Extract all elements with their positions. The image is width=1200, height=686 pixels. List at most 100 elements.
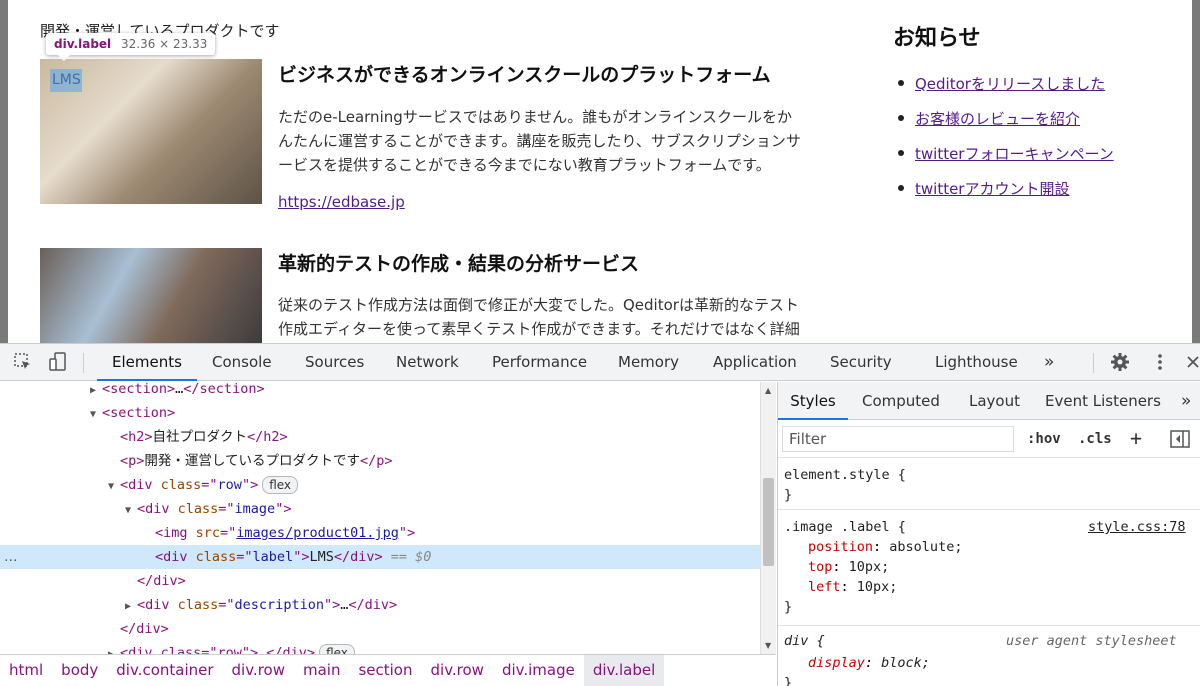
dom-node-section-collapsed[interactable]: ▶ <section>…</section>: [0, 382, 760, 401]
page-viewport: 開発・運営しているプロダクトです div.label 32.36 × 23.33…: [0, 0, 1200, 343]
rule-user-agent-div[interactable]: div { user agent stylesheet display: blo…: [778, 626, 1200, 686]
product-desc-2: 従来のテスト作成方法は面倒で修正が大変でした。Qeditorは革新的なテスト 作…: [278, 293, 848, 341]
product-title-2: 革新的テストの作成・結果の分析サービス: [278, 253, 640, 275]
close-icon[interactable]: [1186, 352, 1200, 372]
tooltip-size: 32.36 × 23.33: [121, 37, 208, 51]
tab-application[interactable]: Application: [713, 344, 797, 381]
cls-toggle[interactable]: .cls: [1078, 431, 1112, 447]
tab-network[interactable]: Network: [396, 344, 459, 381]
news-link[interactable]: twitterアカウント開設: [915, 180, 1069, 198]
dom-tree-scrollbar[interactable]: ▲ ▼: [760, 382, 776, 654]
tab-performance[interactable]: Performance: [492, 344, 587, 381]
news-item[interactable]: お客様のレビューを紹介: [898, 108, 1114, 143]
desc-line: 作成エディターを使って素早くテスト作成ができます。それだけではなく詳細: [278, 320, 800, 338]
tab-memory[interactable]: Memory: [618, 344, 679, 381]
hov-toggle[interactable]: :hov: [1027, 431, 1061, 447]
rule-source-link[interactable]: style.css:78: [1088, 517, 1186, 537]
product-image-2: [40, 248, 262, 343]
breadcrumb-div-row[interactable]: div.row: [223, 655, 294, 686]
breadcrumb-div-image[interactable]: div.image: [493, 655, 584, 686]
news-link[interactable]: お客様のレビューを紹介: [915, 110, 1080, 128]
node-actions-icon[interactable]: …: [4, 545, 18, 569]
scroll-thumb[interactable]: [763, 478, 774, 566]
rule-close-brace: }: [784, 675, 793, 686]
flex-badge[interactable]: flex: [319, 644, 355, 654]
styles-filter-input[interactable]: Filter: [782, 426, 1014, 452]
tab-console[interactable]: Console: [212, 344, 272, 381]
dom-node-div-row[interactable]: ▼ <div class="row"> flex: [0, 473, 760, 497]
dom-node-div-row-close[interactable]: </div>: [0, 617, 760, 641]
dom-node-div-label-selected[interactable]: … <div class="label">LMS</div> == $0: [0, 545, 760, 569]
subtab-computed[interactable]: Computed: [862, 382, 940, 420]
news-list: Qeditorをリリースしました お客様のレビューを紹介 twitterフォロー…: [898, 73, 1114, 213]
expand-triangle-icon[interactable]: ▶: [90, 382, 102, 403]
expand-triangle-icon[interactable]: ▶: [108, 643, 120, 654]
img-src-link[interactable]: images/product01.jpg: [236, 525, 399, 541]
desc-line: 従来のテスト作成方法は面倒で修正が大変でした。Qeditorは革新的なテスト: [278, 296, 799, 314]
news-item[interactable]: twitterフォローキャンペーン: [898, 143, 1114, 178]
tab-security[interactable]: Security: [830, 344, 892, 381]
rule-selector: element.style {: [784, 467, 906, 483]
flex-badge[interactable]: flex: [262, 476, 299, 494]
dom-node-div-image[interactable]: ▼ <div class="image">: [0, 497, 760, 521]
scroll-down-icon[interactable]: ▼: [765, 641, 771, 650]
css-property[interactable]: top: 10px;: [808, 557, 889, 577]
css-property[interactable]: left: 10px;: [808, 577, 897, 597]
css-property[interactable]: display: block;: [808, 653, 930, 673]
gear-icon[interactable]: [1110, 352, 1130, 372]
devtools-panel: Elements Console Sources Network Perform…: [0, 343, 1200, 686]
dom-node-section[interactable]: ▼ <section>: [0, 401, 760, 425]
viewport-left-edge: [0, 0, 8, 343]
subtab-layout[interactable]: Layout: [969, 382, 1020, 420]
product-label-highlighted: LMS: [50, 69, 82, 92]
more-tabs-icon[interactable]: »: [1044, 344, 1054, 381]
dom-node-img[interactable]: <img src="images/product01.jpg">: [0, 521, 760, 545]
device-toolbar-icon[interactable]: [48, 352, 68, 372]
breadcrumb-html[interactable]: html: [0, 655, 52, 686]
breadcrumb-div-label[interactable]: div.label: [583, 655, 665, 686]
breadcrumb-main[interactable]: main: [294, 655, 349, 686]
dom-node-p[interactable]: <p>開発・運営しているプロダクトです</p>: [0, 449, 760, 473]
news-heading: お知らせ: [893, 26, 981, 51]
breadcrumb-body[interactable]: body: [52, 655, 107, 686]
product-image-1: LMS: [40, 59, 262, 204]
css-property[interactable]: position: absolute;: [808, 537, 962, 557]
tabbar-separator: [1093, 353, 1094, 373]
styles-sidebar: Styles Computed Layout Event Listeners »…: [777, 382, 1200, 686]
product-link-1[interactable]: https://edbase.jp: [278, 193, 405, 211]
collapse-triangle-icon[interactable]: ▼: [90, 403, 102, 427]
rule-source-label: user agent stylesheet: [1006, 633, 1177, 649]
tab-elements[interactable]: Elements: [97, 344, 197, 381]
dom-node-h2[interactable]: <h2>自社プロダクト</h2>: [0, 425, 760, 449]
tab-sources[interactable]: Sources: [305, 344, 364, 381]
screen: 開発・運営しているプロダクトです div.label 32.36 × 23.33…: [0, 0, 1200, 686]
rule-element-style[interactable]: element.style { }: [778, 458, 1200, 510]
news-item[interactable]: twitterアカウント開設: [898, 178, 1114, 213]
collapse-triangle-icon[interactable]: ▼: [108, 475, 120, 499]
new-style-rule-icon[interactable]: +: [1130, 426, 1142, 450]
scroll-up-icon[interactable]: ▲: [765, 386, 771, 395]
news-item[interactable]: Qeditorをリリースしました: [898, 73, 1114, 108]
breadcrumb-section[interactable]: section: [349, 655, 421, 686]
news-link[interactable]: twitterフォローキャンペーン: [915, 145, 1114, 163]
collapse-triangle-icon[interactable]: ▼: [125, 499, 137, 523]
subtab-styles[interactable]: Styles: [778, 382, 848, 420]
more-subtabs-icon[interactable]: »: [1181, 382, 1191, 420]
elements-dom-tree: ▶ <section>…</section> ▼ <section> <h2>自社プ…: [0, 382, 760, 654]
toggle-sidebar-icon[interactable]: [1170, 430, 1190, 452]
breadcrumb-div-container[interactable]: div.container: [107, 655, 222, 686]
news-link[interactable]: Qeditorをリリースしました: [915, 75, 1105, 93]
rule-image-label[interactable]: .image .label { style.css:78 position: a…: [778, 510, 1200, 626]
dom-node-div-row-2[interactable]: ▶<div class="row">…</div>flex: [0, 641, 760, 654]
dom-node-div-description[interactable]: ▶ <div class="description">…</div>: [0, 593, 760, 617]
rule-close-brace: }: [784, 487, 793, 503]
subtab-event-listeners[interactable]: Event Listeners: [1045, 382, 1161, 420]
expand-triangle-icon[interactable]: ▶: [125, 595, 137, 619]
dom-node-div-image-close[interactable]: </div>: [0, 569, 760, 593]
breadcrumb-div-row-2[interactable]: div.row: [422, 655, 493, 686]
tab-lighthouse[interactable]: Lighthouse: [935, 344, 1018, 381]
viewport-right-edge: [1192, 0, 1200, 343]
rule-selector: .image .label {: [784, 519, 906, 535]
kebab-menu-icon[interactable]: [1150, 352, 1170, 372]
inspect-icon[interactable]: [13, 352, 33, 372]
